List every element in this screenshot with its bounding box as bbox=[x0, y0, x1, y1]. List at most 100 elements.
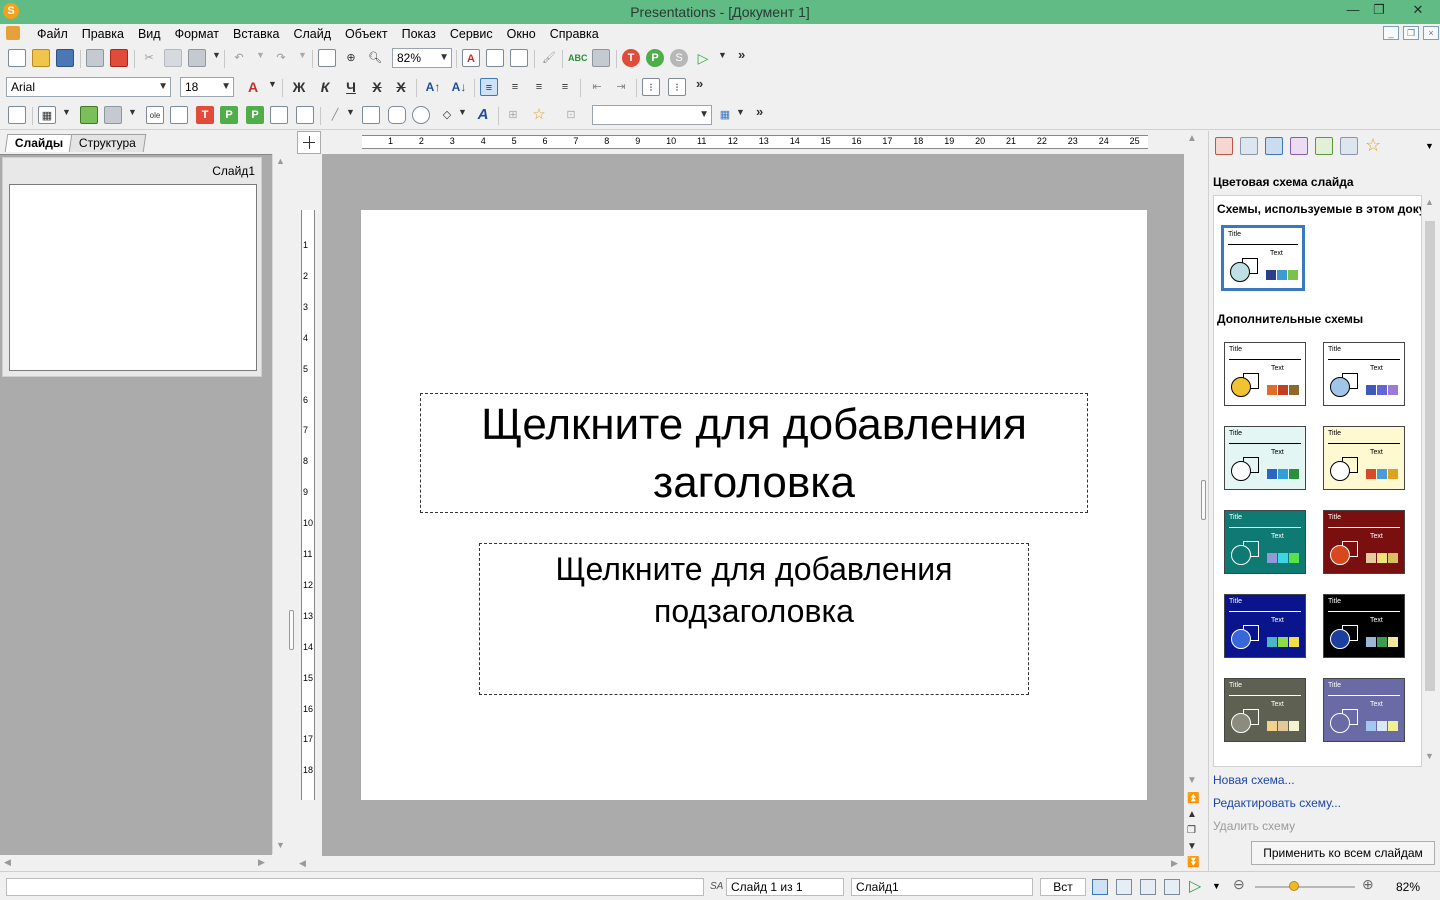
document-menu-icon[interactable] bbox=[6, 26, 20, 40]
menu-insert[interactable]: Вставка bbox=[226, 26, 286, 42]
notes-view-icon[interactable] bbox=[1164, 879, 1180, 895]
paste-dropdown-icon[interactable]: ▼ bbox=[212, 50, 221, 60]
tab-structure[interactable]: Структура bbox=[68, 134, 147, 152]
font-color-dropdown-icon[interactable]: ▼ bbox=[268, 79, 277, 89]
copy-icon[interactable] bbox=[164, 49, 182, 67]
line-tool-icon[interactable]: ╱ bbox=[326, 106, 344, 124]
color-scheme-thumbnail[interactable]: Title Text bbox=[1323, 510, 1405, 574]
menu-view[interactable]: Вид bbox=[131, 26, 168, 42]
insert-media-icon[interactable] bbox=[170, 106, 188, 124]
insert-chart-icon[interactable] bbox=[104, 106, 122, 124]
color-scheme-thumbnail[interactable]: Title Text bbox=[1224, 594, 1306, 658]
restore-button[interactable]: ❐ bbox=[1364, 0, 1394, 22]
bold-button[interactable]: Ж bbox=[290, 78, 308, 96]
doc-minimize-icon[interactable]: _ bbox=[1383, 26, 1399, 40]
new-scheme-link[interactable]: Новая схема... bbox=[1213, 773, 1295, 787]
menu-edit[interactable]: Правка bbox=[75, 26, 131, 42]
italic-button[interactable]: К bbox=[316, 78, 334, 96]
sidebar-layout-icon[interactable] bbox=[1215, 137, 1233, 155]
align-justify-icon[interactable]: ≡ bbox=[556, 78, 574, 96]
slides-vertical-scrollbar[interactable]: ▲ ▼ bbox=[272, 154, 288, 854]
zoom-out-icon[interactable]: ⊖ bbox=[1233, 876, 1245, 893]
underline-button[interactable]: Ч bbox=[342, 78, 360, 96]
font-color-icon[interactable]: A bbox=[244, 78, 262, 96]
scroll-left-icon[interactable]: ◀ bbox=[299, 858, 306, 869]
textmaker-icon[interactable]: T bbox=[622, 49, 640, 67]
effects-star-icon[interactable]: ☆ bbox=[530, 106, 548, 124]
color-scheme-thumbnail[interactable]: Title Text bbox=[1224, 426, 1306, 490]
scroll-left-icon[interactable]: ◀ bbox=[4, 857, 11, 868]
color-scheme-thumbnail[interactable]: Title Text bbox=[1323, 342, 1405, 406]
undo-icon[interactable]: ↶ bbox=[230, 49, 248, 67]
scroll-down-icon[interactable]: ▼ bbox=[1187, 775, 1197, 786]
menu-file[interactable]: Файл bbox=[30, 26, 75, 42]
doc-close-icon[interactable]: × bbox=[1423, 26, 1439, 40]
normal-view-icon[interactable] bbox=[1092, 879, 1108, 895]
table-insert-icon[interactable] bbox=[510, 49, 528, 67]
zoom-fit-icon[interactable]: ⊕ bbox=[342, 49, 360, 67]
slide-thumbnail-item[interactable]: Слайд1 bbox=[2, 157, 262, 377]
sidebar-design-icon[interactable] bbox=[1240, 137, 1258, 155]
insert-planmaker-object-icon[interactable]: P bbox=[220, 106, 238, 124]
last-slide-icon[interactable]: ⏬ bbox=[1187, 857, 1199, 868]
menu-help[interactable]: Справка bbox=[543, 26, 606, 42]
insert-textmaker-object-icon[interactable]: T bbox=[196, 106, 214, 124]
scroll-down-icon[interactable]: ▼ bbox=[276, 840, 285, 850]
menu-slide[interactable]: Слайд bbox=[286, 26, 338, 42]
sidebar-menu-dropdown-icon[interactable]: ▼ bbox=[1425, 141, 1434, 151]
slides-horizontal-scrollbar[interactable]: ◀ ▶ bbox=[0, 855, 272, 871]
scroll-up-icon[interactable]: ▲ bbox=[1187, 133, 1197, 144]
sidebar-transition-icon[interactable] bbox=[1315, 137, 1333, 155]
menu-format[interactable]: Формат bbox=[168, 26, 226, 42]
vertical-ruler[interactable]: 1 2 3 4 5 6 7 8 9 10 11 12 13 14 15 16 17 18 bbox=[297, 154, 321, 854]
sidebar-background-icon[interactable] bbox=[1290, 137, 1308, 155]
delete-scheme-link[interactable]: Удалить схему bbox=[1213, 819, 1295, 833]
zoom-icon[interactable]: 🔍︎ bbox=[366, 49, 384, 67]
tab-slides[interactable]: Слайды bbox=[4, 134, 74, 152]
horizontal-ruler[interactable]: 1 2 3 4 5 6 7 8 9 10 11 12 13 14 15 16 17 18 19 20 21 22 23 24 2… bbox=[322, 131, 1184, 154]
slide-sorter-icon[interactable] bbox=[1116, 879, 1132, 895]
grid-icon[interactable]: ▦ bbox=[716, 106, 734, 124]
outline-view-icon[interactable] bbox=[1140, 879, 1156, 895]
bullet-list-icon[interactable]: ⁝ bbox=[642, 78, 660, 96]
apply-to-all-slides-button[interactable]: Применить ко всем слайдам bbox=[1251, 841, 1435, 865]
more-tools-icon[interactable]: » bbox=[738, 47, 745, 62]
slideshow-options-dropdown-icon[interactable]: ▼ bbox=[1212, 881, 1221, 891]
play-slideshow-icon[interactable]: ▷ bbox=[694, 49, 712, 67]
double-strike-button[interactable]: Х bbox=[392, 78, 410, 96]
planmaker-icon[interactable]: P bbox=[646, 49, 664, 67]
scroll-right-icon[interactable]: ▶ bbox=[258, 857, 265, 868]
left-splitter-handle[interactable] bbox=[289, 610, 294, 650]
color-scheme-thumbnail[interactable]: Title Text bbox=[1224, 342, 1306, 406]
close-button[interactable]: ✕ bbox=[1396, 0, 1440, 22]
zoom-in-icon[interactable]: ⊕ bbox=[1362, 876, 1374, 893]
increase-indent-icon[interactable]: ⇥ bbox=[612, 78, 630, 96]
decrease-indent-icon[interactable]: ⇤ bbox=[588, 78, 606, 96]
canvas-vertical-scrollbar[interactable]: ▲ ▼ ⏫ ▲ ❐ ▼ ⏬ bbox=[1184, 131, 1200, 871]
color-scheme-thumbnail[interactable]: Title Text bbox=[1323, 678, 1405, 742]
canvas-horizontal-scrollbar[interactable]: ◀ ▶ bbox=[297, 856, 1184, 871]
color-scheme-thumbnail[interactable]: Title Text bbox=[1224, 678, 1306, 742]
open-folder-icon[interactable] bbox=[32, 49, 50, 67]
format-brush-icon[interactable]: 🖌︎ bbox=[540, 49, 558, 67]
grid-dropdown-icon[interactable]: ▼ bbox=[736, 107, 745, 117]
redo-icon[interactable]: ↷ bbox=[272, 49, 290, 67]
line-dropdown-icon[interactable]: ▼ bbox=[346, 107, 355, 117]
align-center-icon[interactable]: ≡ bbox=[506, 78, 524, 96]
insert-frame-icon[interactable] bbox=[270, 106, 288, 124]
new-document-icon[interactable] bbox=[8, 49, 26, 67]
zoom-slider-track[interactable] bbox=[1255, 886, 1355, 888]
insert-planmaker-chart-icon[interactable]: P bbox=[246, 106, 264, 124]
slideshow-dropdown-icon[interactable]: ▼ bbox=[718, 50, 727, 60]
right-splitter-handle[interactable] bbox=[1201, 480, 1206, 520]
cut-icon[interactable]: ✂ bbox=[140, 49, 158, 67]
insert-ole-icon[interactable]: ole bbox=[146, 106, 164, 124]
print-icon[interactable] bbox=[86, 49, 104, 67]
style-combo[interactable]: ▼ bbox=[592, 105, 712, 125]
menu-tools[interactable]: Сервис bbox=[443, 26, 500, 42]
scheme-scroll-thumb[interactable] bbox=[1425, 221, 1435, 691]
color-scheme-thumbnail[interactable]: Title Text bbox=[1323, 594, 1405, 658]
insert-picture-frame-icon[interactable] bbox=[296, 106, 314, 124]
font-size-combo[interactable]: 18 ▼ bbox=[180, 77, 234, 97]
undo-dropdown-icon[interactable]: ▼ bbox=[256, 50, 265, 60]
